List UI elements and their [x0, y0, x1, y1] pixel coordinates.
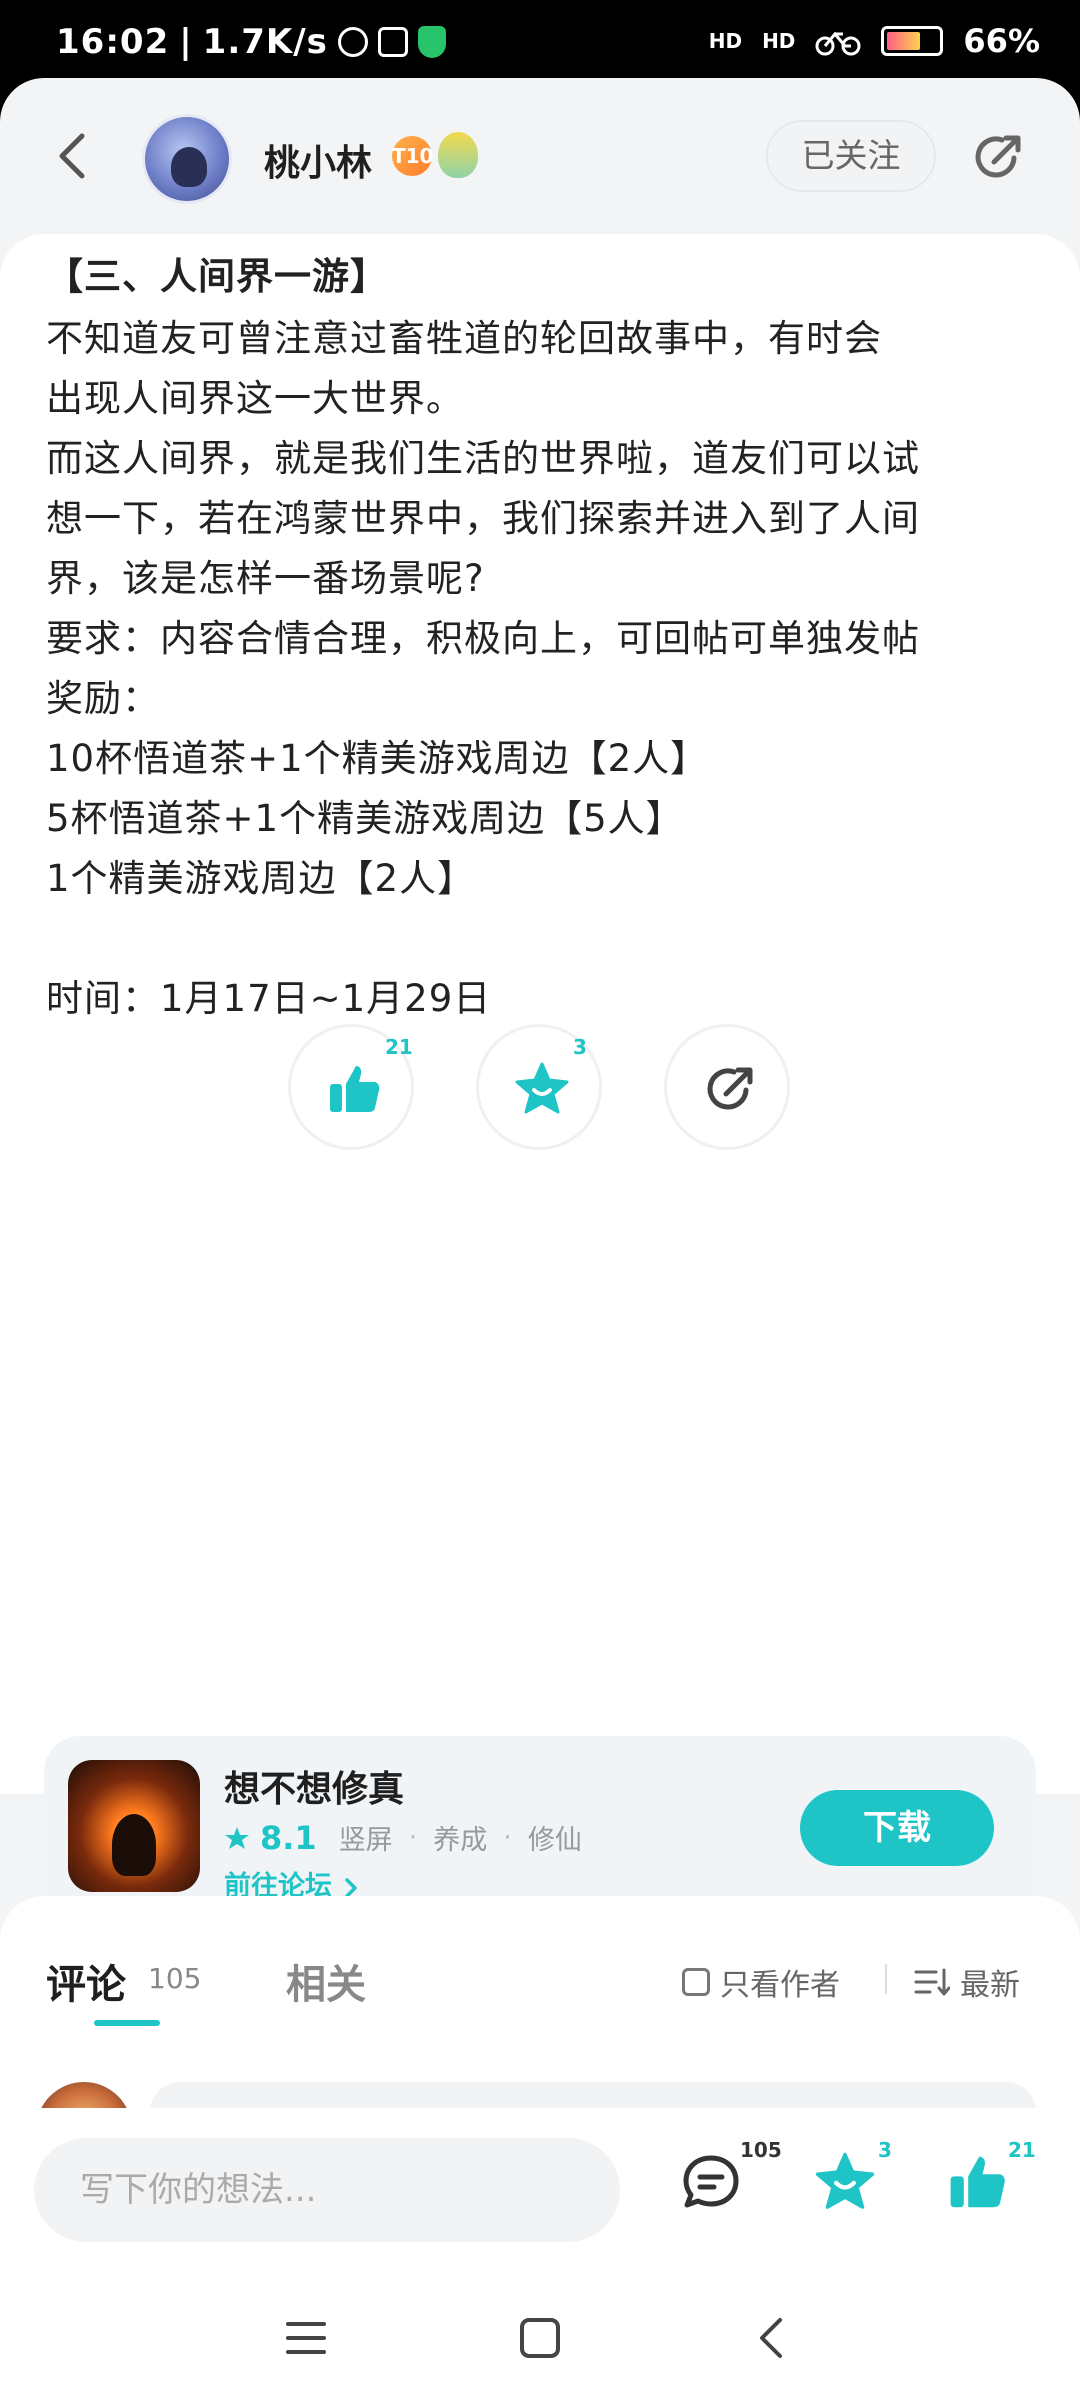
shield-icon: [417, 26, 446, 58]
home-nav-button[interactable]: [518, 2316, 562, 2364]
share-button[interactable]: [968, 128, 1028, 188]
system-nav-bar: [0, 2278, 1080, 2400]
game-rating: 8.1: [260, 1818, 317, 1857]
like-bottom-count: 21: [1008, 2138, 1036, 2162]
status-time: 16:02: [56, 22, 170, 62]
post-line: 要求：内容合情合理，积极向上，可回帖可单独发帖: [46, 617, 920, 660]
post-line: 1个精美游戏周边【2人】: [46, 857, 476, 900]
game-name: 想不想修真: [224, 1769, 405, 1810]
like-count: 21: [385, 1035, 413, 1059]
star-icon: [225, 1826, 249, 1849]
download-button[interactable]: 下载: [800, 1790, 994, 1866]
share-icon: [975, 135, 1021, 178]
tab-comments[interactable]: 评论: [46, 1952, 126, 2010]
post-line: 出现人间界这一大世界。: [46, 377, 464, 420]
post-line: 而这人间界，就是我们生活的世界啦，道友们可以试: [46, 437, 920, 480]
network-speed: 1.7K/s: [202, 22, 328, 62]
post-line: 5杯悟道茶+1个精美游戏周边【5人】: [46, 797, 684, 840]
comments-button[interactable]: 105: [678, 2138, 782, 2230]
status-bar: 16:02 | 1.7K/s HD HD 66%: [0, 0, 1080, 82]
section-title: 【三、人间界一游】: [46, 255, 388, 298]
battery-percent: 66%: [963, 22, 1040, 60]
hd-signal-icon-2: HD: [762, 29, 796, 53]
star-face-icon: [515, 1062, 569, 1114]
author-only-toggle[interactable]: 只看作者: [682, 1960, 840, 2004]
battery-icon: [881, 26, 944, 56]
author-avatar[interactable]: [142, 114, 232, 204]
comment-count: 105: [148, 1962, 202, 1995]
post-line: 不知道友可曾注意过畜牲道的轮回故事中，有时会: [46, 317, 882, 360]
game-tag: 养成: [433, 1825, 488, 1856]
post-line: 想一下，若在鸿蒙世界中，我们探索并进入到了人间: [46, 497, 920, 540]
thumbs-up-icon: [950, 2156, 1005, 2208]
status-right: HD HD 66%: [709, 22, 1040, 60]
alarm-icon: [337, 27, 368, 57]
comment-input[interactable]: 写下你的想法...: [34, 2138, 620, 2242]
repost-button[interactable]: [664, 1024, 790, 1150]
bottom-action-bar: 写下你的想法... 105 3 21: [0, 2108, 1080, 2278]
post-line: 界，该是怎样一番场景呢?: [46, 557, 485, 600]
game-tag: 修仙: [527, 1825, 582, 1856]
post-content: 【三、人间界一游】 不知道友可曾注意过畜牲道的轮回故事中，有时会 出现人间界这一…: [0, 234, 1080, 1794]
chevron-left-icon: [59, 133, 85, 179]
author-name[interactable]: 桃小林: [264, 134, 372, 186]
post-header: 桃小林 T10 已关注: [0, 78, 1080, 234]
back-triangle-icon: [760, 2318, 782, 2358]
game-tag: 竖屏: [338, 1825, 393, 1856]
divider: [885, 1964, 887, 1994]
back-button[interactable]: [50, 128, 100, 184]
checkbox-icon: [682, 1968, 710, 1996]
sort-icon: [914, 1968, 950, 1996]
status-left: 16:02 | 1.7K/s: [56, 22, 446, 62]
comment-icon: [683, 2155, 739, 2208]
level-badge: T10: [392, 136, 433, 176]
nfc-icon: [377, 27, 408, 57]
bike-icon: [815, 31, 861, 56]
star-face-icon: [815, 2152, 875, 2209]
favorite-count: 3: [573, 1035, 587, 1059]
menu-icon: [286, 2322, 326, 2354]
like-button[interactable]: 21: [288, 1024, 414, 1150]
home-square-icon: [520, 2318, 560, 2358]
tab-indicator: [94, 2020, 160, 2026]
favorite-bottom-count: 3: [878, 2138, 892, 2162]
post-line: 时间：1月17日~1月29日: [46, 977, 492, 1020]
comments-count: 105: [740, 2138, 782, 2162]
post-line: 奖励：: [46, 677, 160, 720]
favorite-button[interactable]: 3: [476, 1024, 602, 1150]
post-sheet: 桃小林 T10 已关注 【三、人间界一游】 不知道友可曾注意过畜牲道的轮回故事中…: [0, 78, 1080, 2400]
sort-button[interactable]: 最新: [914, 1960, 1020, 2004]
menu-nav-button[interactable]: [284, 2318, 328, 2362]
game-icon: [68, 1760, 200, 1892]
mascot-badge: [438, 132, 478, 178]
tab-related[interactable]: 相关: [286, 1952, 366, 2010]
post-line: 10杯悟道茶+1个精美游戏周边【2人】: [46, 737, 709, 780]
game-meta: 8.1 竖屏 · 养成 · 修仙: [224, 1818, 582, 1857]
share-icon: [707, 1067, 753, 1110]
favorite-bottom-button[interactable]: 3: [812, 2138, 892, 2230]
follow-button[interactable]: 已关注: [766, 120, 936, 192]
back-nav-button[interactable]: [752, 2316, 792, 2364]
thumbs-up-icon: [330, 1066, 380, 1112]
game-card[interactable]: 想不想修真 8.1 竖屏 · 养成 · 修仙 前往论坛 下载: [44, 1736, 1036, 1918]
hd-signal-icon: HD: [708, 29, 743, 53]
like-bottom-button[interactable]: 21: [944, 2138, 1036, 2230]
